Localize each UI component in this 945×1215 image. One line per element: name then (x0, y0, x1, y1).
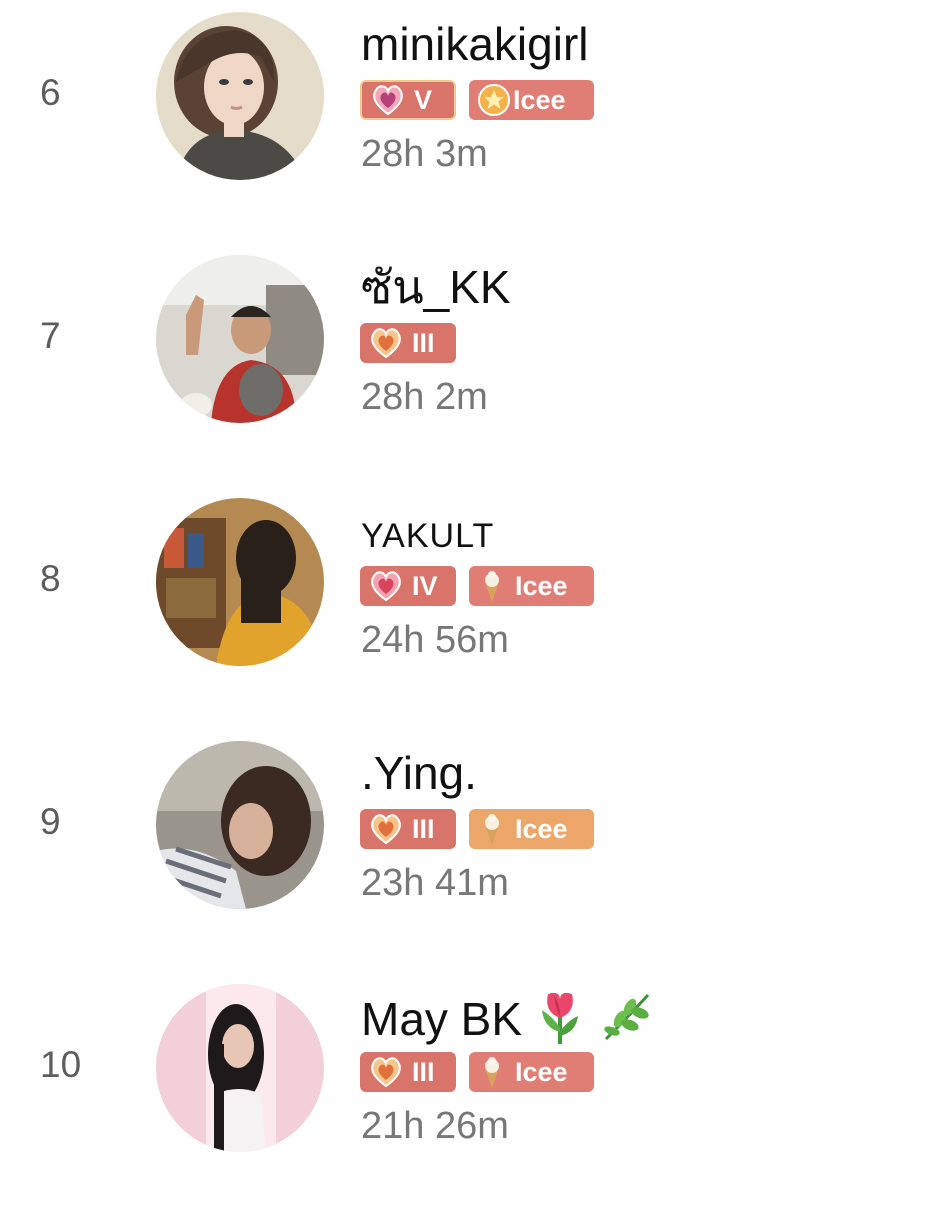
rank-number: 10 (40, 1044, 82, 1085)
avatar[interactable] (156, 741, 324, 909)
level-label: III (412, 813, 435, 844)
leaderboard-list: 6 minikakigirl V Icee 28h 3m 7 ซัน_KK II… (0, 0, 945, 1171)
leaderboard-row[interactable]: 6 minikakigirl V Icee 28h 3m (0, 0, 945, 243)
leaderboard-row[interactable]: 10 May BK III Icee 21h 26m (0, 972, 945, 1215)
star-icon (477, 83, 511, 117)
avatar[interactable] (156, 984, 324, 1152)
watch-time: 21h 26m (361, 1105, 509, 1147)
club-badge: Icee (469, 80, 594, 120)
watch-time: 24h 56m (361, 619, 509, 661)
username[interactable]: .Ying. (361, 745, 477, 801)
watch-time: 28h 2m (361, 376, 488, 418)
ice-cream-icon (477, 569, 507, 603)
rank-number: 8 (40, 558, 61, 599)
heart-level-icon (368, 570, 404, 602)
username-text: May BK (361, 993, 523, 1046)
badge-group: III Icee (360, 809, 594, 851)
avatar-photo (156, 498, 324, 666)
level-badge: III (360, 809, 456, 849)
tulip-icon (536, 988, 584, 1058)
badge-group: III (360, 323, 456, 365)
heart-level-icon (368, 327, 404, 359)
level-badge: III (360, 323, 456, 363)
ice-cream-icon (477, 812, 507, 846)
club-label: Icee (515, 813, 568, 844)
avatar[interactable] (156, 255, 324, 423)
rank-number: 9 (40, 801, 61, 842)
avatar-illustration (156, 12, 324, 180)
club-badge: Icee (469, 1052, 594, 1092)
username[interactable]: May BK (361, 988, 654, 1058)
username[interactable]: YAKULT (361, 508, 494, 564)
leaderboard-row[interactable]: 7 ซัน_KK III 28h 2m (0, 243, 945, 486)
level-label: III (412, 327, 435, 358)
club-badge: Icee (469, 809, 594, 849)
watch-time: 28h 3m (361, 133, 488, 175)
rank-number: 7 (40, 315, 61, 356)
badge-group: III Icee (360, 1052, 594, 1094)
level-label: IV (412, 570, 438, 601)
avatar[interactable] (156, 498, 324, 666)
leaderboard-row[interactable]: 9 .Ying. III Icee 23h 41m (0, 729, 945, 972)
leaderboard-row[interactable]: 8 YAKULT IV Icee 24h 56m (0, 486, 945, 729)
heart-level-icon (370, 84, 406, 116)
level-badge: III (360, 1052, 456, 1092)
level-label: V (414, 84, 433, 115)
level-badge: IV (360, 566, 456, 606)
avatar-photo (156, 255, 324, 423)
level-badge: V (360, 80, 456, 120)
username[interactable]: minikakigirl (361, 16, 588, 72)
badge-group: IV Icee (360, 566, 594, 608)
club-label: Icee (515, 570, 568, 601)
club-badge: Icee (469, 566, 594, 606)
club-label: Icee (515, 1056, 568, 1087)
watch-time: 23h 41m (361, 862, 509, 904)
rank-number: 6 (40, 72, 61, 113)
badge-group: V Icee (360, 80, 594, 122)
avatar-photo (156, 741, 324, 909)
club-label: Icee (513, 84, 566, 115)
ice-cream-icon (477, 1055, 507, 1089)
heart-level-icon (368, 813, 404, 845)
username[interactable]: ซัน_KK (361, 259, 511, 315)
herb-icon (598, 989, 654, 1057)
level-label: III (412, 1056, 435, 1087)
avatar[interactable] (156, 12, 324, 180)
avatar-photo (156, 984, 324, 1152)
heart-level-icon (368, 1056, 404, 1088)
